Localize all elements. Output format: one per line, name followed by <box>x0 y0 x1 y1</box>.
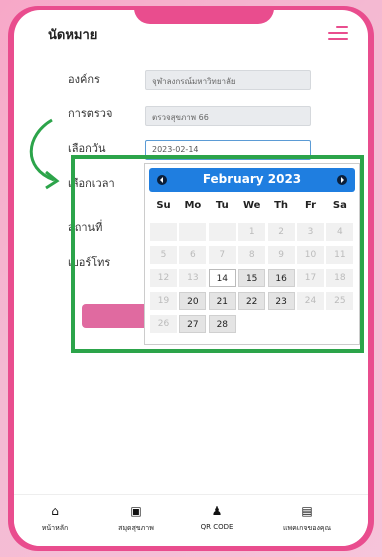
bottom-nav: ⌂ หน้าหลัก ▣ สมุดสุขภาพ ♟ QR CODE ▤ แพคเกจของคุ… <box>14 494 368 546</box>
day-cell-11: 11 <box>326 246 354 264</box>
day-cell-25: 25 <box>326 292 354 310</box>
org-field[interactable]: จุฬาลงกรณ์มหาวิทยาลัย <box>145 70 311 90</box>
nav-item[interactable]: ♟ QR CODE <box>182 503 252 531</box>
nav-item-label: QR CODE <box>200 523 234 531</box>
date-picker: February 2023 Su Mo Tu We Th Fr Sa 1 2 3 4 5 6 7 8 9 10… <box>144 163 360 345</box>
day-cell-23[interactable]: 23 <box>267 292 295 310</box>
day-cell-24: 24 <box>297 292 324 310</box>
day-cell-16[interactable]: 16 <box>267 269 295 287</box>
home-icon: ⌂ <box>51 504 59 518</box>
calendar-month-title: February 2023 <box>202 172 302 186</box>
nav-item[interactable]: ▣ สมุดสุขภาพ <box>101 503 171 534</box>
nav-item-label: หน้าหลัก <box>41 524 69 532</box>
day-cell-21[interactable]: 21 <box>208 292 236 310</box>
nav-item[interactable]: ▤ แพคเกจของคุณ <box>272 503 342 534</box>
nav-item-label: สมุดสุขภาพ <box>118 524 154 532</box>
weekday-label: Sa <box>332 200 347 211</box>
weekday-label: Th <box>274 200 289 211</box>
day-cell-17: 17 <box>297 269 324 287</box>
person-icon: ♟ <box>211 504 223 518</box>
day-cell-empty <box>179 223 207 241</box>
weekday-label: Tu <box>215 200 229 211</box>
day-cell-1: 1 <box>238 223 266 241</box>
day-cell-empty <box>150 223 177 241</box>
day-cell-28[interactable]: 28 <box>208 315 236 333</box>
day-cell-4: 4 <box>326 223 354 241</box>
weekday-header: Su Mo Tu We Th Fr Sa <box>149 200 355 218</box>
curved-arrow-icon <box>29 118 60 190</box>
package-icon: ▤ <box>301 504 313 518</box>
day-cell-13: 13 <box>179 269 207 287</box>
notch <box>134 10 274 24</box>
day-cell-18: 18 <box>326 269 354 287</box>
day-cell-26: 26 <box>150 315 177 333</box>
weekday-label: Su <box>156 200 171 211</box>
calendar-header: February 2023 <box>149 168 355 192</box>
day-cell-22[interactable]: 22 <box>238 292 266 310</box>
weekday-label: Fr <box>304 200 317 211</box>
day-cell-10: 10 <box>297 246 324 264</box>
nav-item-label: แพคเกจของคุณ <box>282 524 332 532</box>
weekday-label: Mo <box>184 200 202 211</box>
day-cell-20[interactable]: 20 <box>179 292 207 310</box>
day-cell-7: 7 <box>208 246 236 264</box>
day-cell-2: 2 <box>267 223 295 241</box>
day-cell-5: 5 <box>150 246 177 264</box>
hamburger-icon[interactable] <box>328 26 348 40</box>
health-book-icon: ▣ <box>130 504 142 518</box>
app-screen: นัดหมาย องค์กร จุฬาลงกรณ์มหาวิทยาลัย การ… <box>14 10 368 546</box>
day-cell-12: 12 <box>150 269 177 287</box>
weekday-label: We <box>242 200 261 211</box>
day-cell-14[interactable]: 14 <box>208 269 236 287</box>
day-cell-19: 19 <box>150 292 177 310</box>
day-cell-3: 3 <box>297 223 324 241</box>
next-month-icon[interactable] <box>337 175 347 185</box>
nav-item[interactable]: ⌂ หน้าหลัก <box>20 503 90 534</box>
day-cell-9: 9 <box>267 246 295 264</box>
day-cell-8: 8 <box>238 246 266 264</box>
day-cell-empty <box>208 223 236 241</box>
day-cell-6: 6 <box>179 246 207 264</box>
day-cell-15[interactable]: 15 <box>238 269 266 287</box>
day-cell-27[interactable]: 27 <box>179 315 207 333</box>
exam-field[interactable]: ตรวจสุขภาพ 66 <box>145 106 311 126</box>
